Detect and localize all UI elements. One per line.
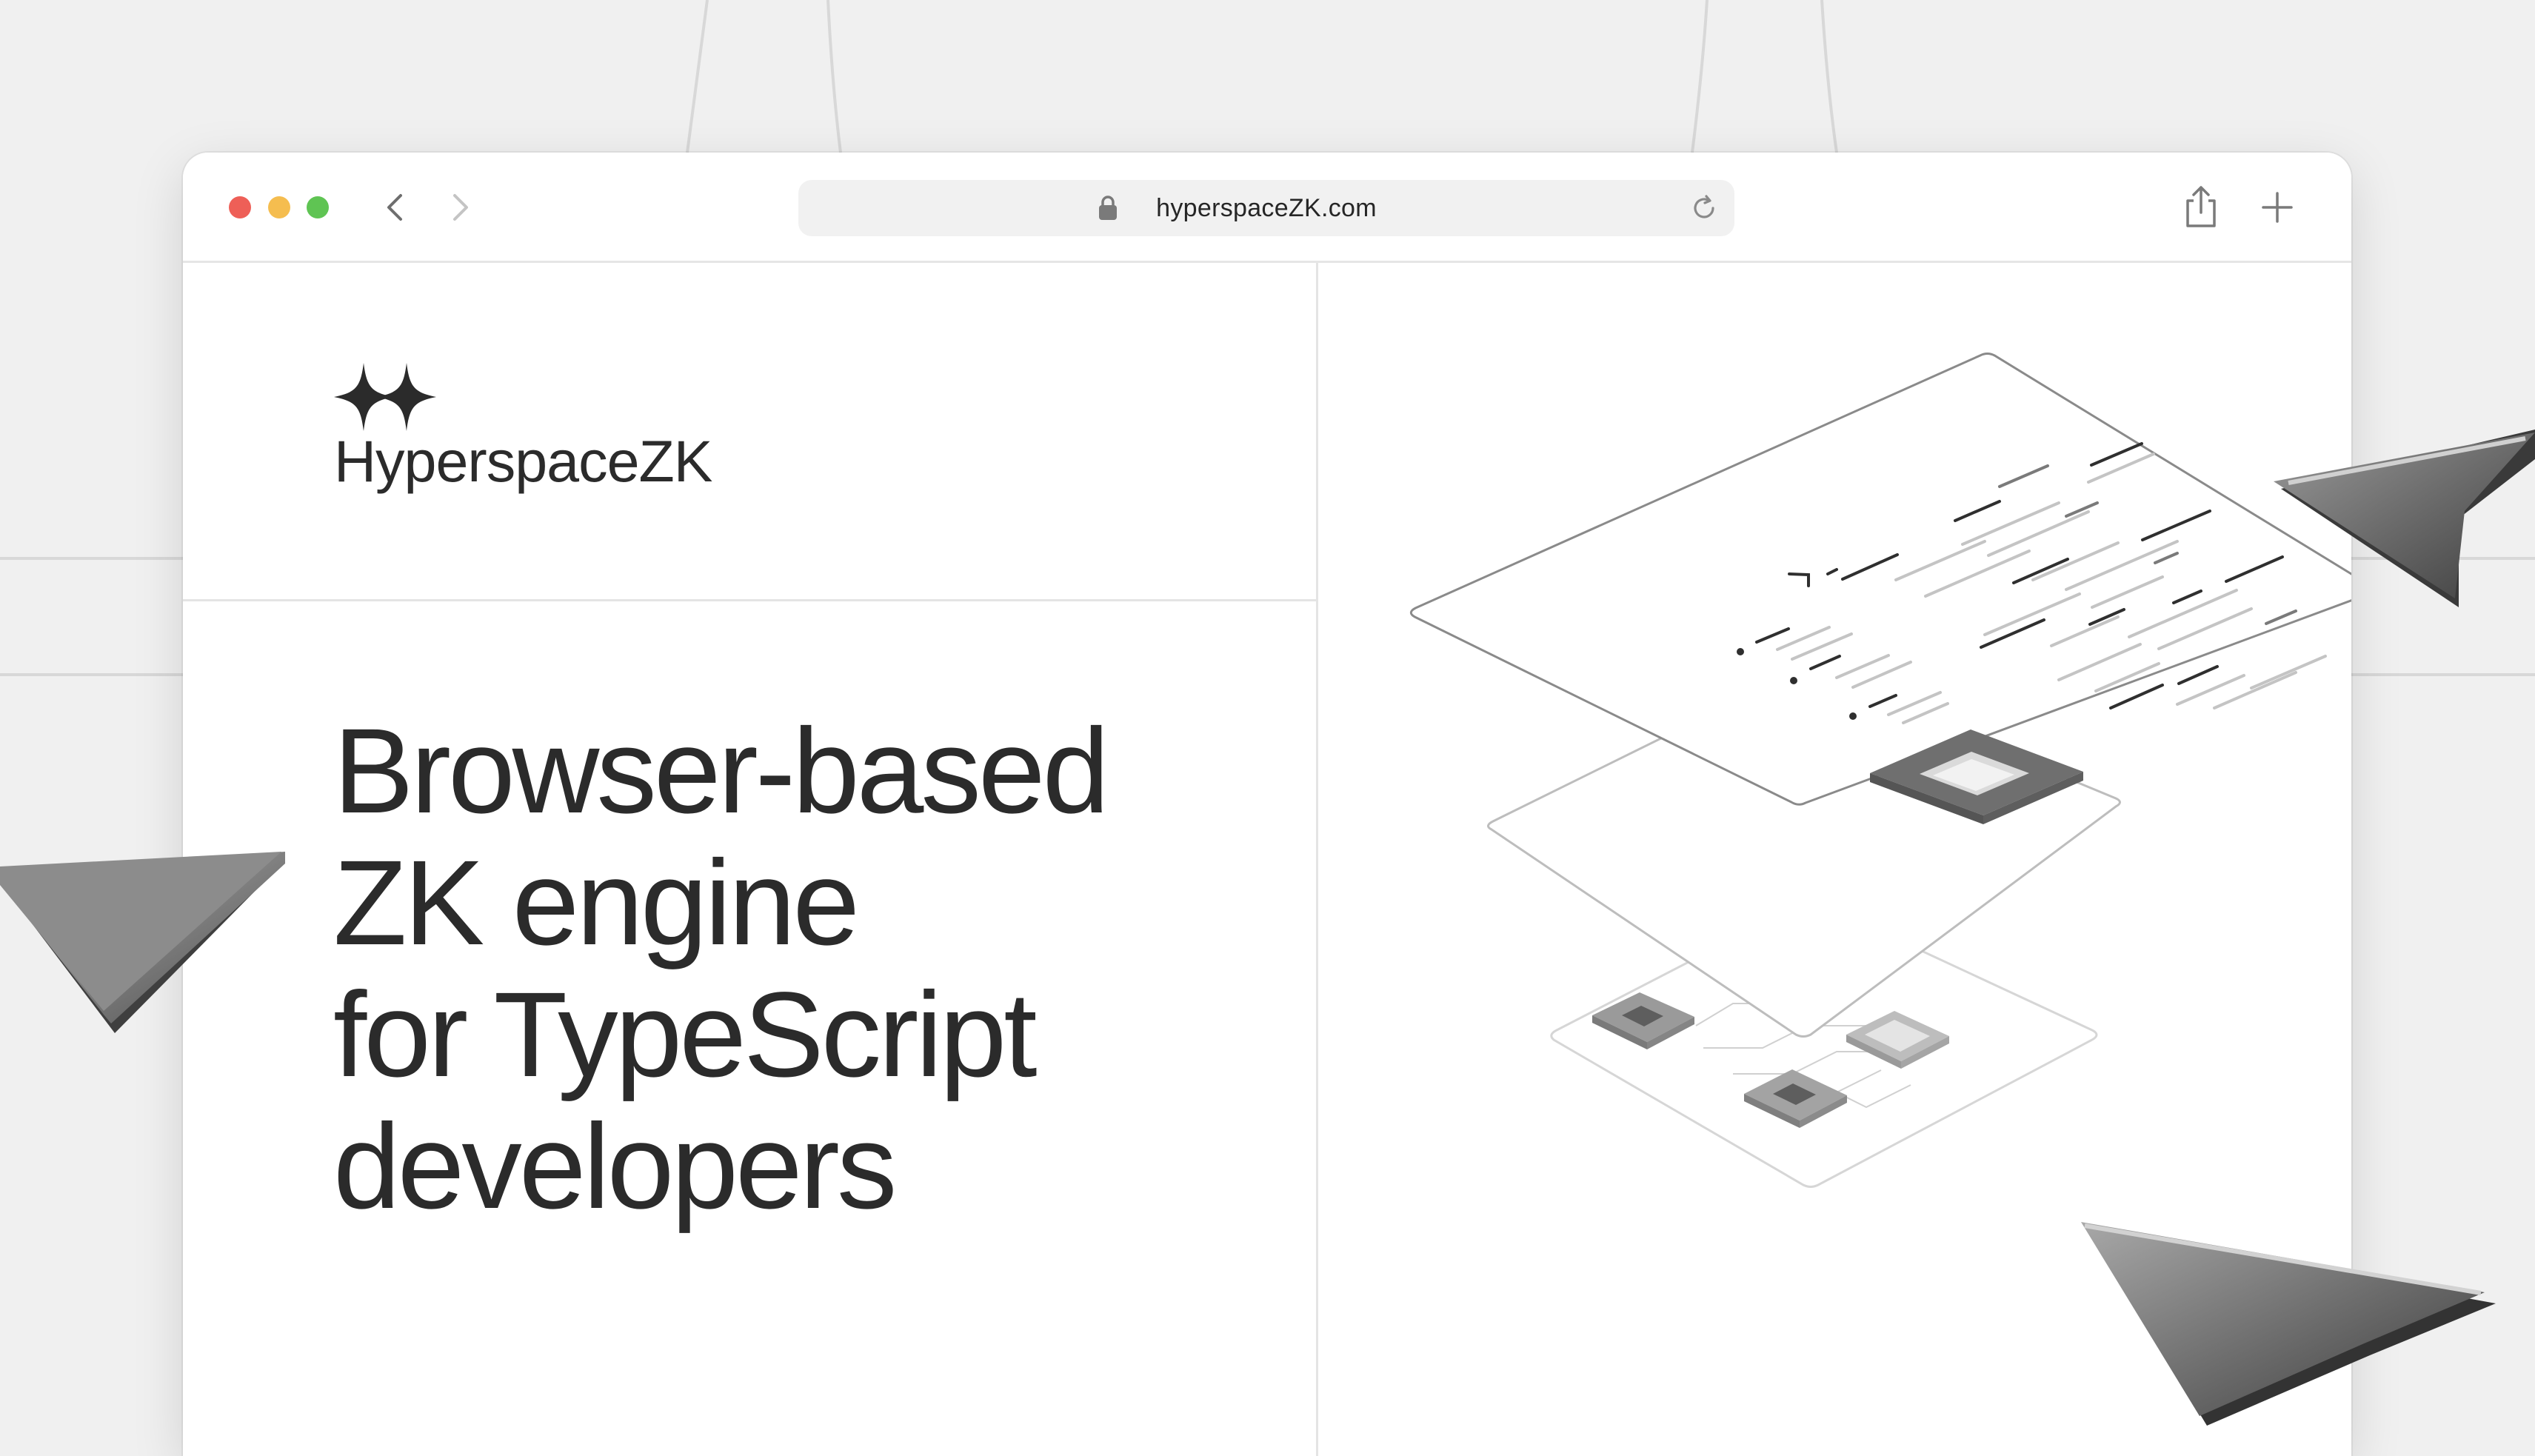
headline-line: Browser-based	[333, 703, 1109, 838]
share-icon[interactable]	[2181, 184, 2221, 229]
headline-line: for TypeScript	[333, 966, 1038, 1102]
chevron-right-icon	[453, 194, 468, 221]
chevron-left-icon	[387, 194, 402, 221]
new-tab-icon[interactable]	[2259, 189, 2296, 226]
forward-button[interactable]	[441, 190, 477, 225]
brand-name: HyperspaceZK	[334, 428, 712, 494]
double-sparkle-icon	[334, 363, 436, 431]
reload-icon[interactable]	[1689, 193, 1720, 224]
close-window-button[interactable]	[229, 196, 251, 218]
page-content: HyperspaceZK Browser-based ZK engine for…	[183, 263, 2351, 1456]
back-button[interactable]	[378, 190, 414, 225]
browser-window: hyperspaceZK.com HyperspaceZK Browser-ba…	[183, 153, 2351, 1456]
cursor-arrow-icon	[2081, 1222, 2496, 1426]
hero-pane: HyperspaceZK Browser-based ZK engine for…	[183, 263, 1316, 1456]
url-text: hyperspaceZK.com	[1156, 194, 1377, 222]
address-bar[interactable]: hyperspaceZK.com	[798, 180, 1734, 236]
minimize-window-button[interactable]	[268, 196, 290, 218]
code-layer	[1409, 353, 2351, 824]
header-divider	[183, 599, 1316, 601]
cursor-arrow-icon	[2274, 430, 2535, 607]
headline-line: developers	[333, 1098, 897, 1234]
cursor-arrow-icon	[0, 852, 285, 1033]
browser-toolbar: hyperspaceZK.com	[183, 153, 2351, 263]
hero-headline: Browser-based ZK engine for TypeScript d…	[333, 703, 1109, 1234]
zoom-window-button[interactable]	[307, 196, 329, 218]
headline-line: ZK engine	[333, 835, 860, 970]
